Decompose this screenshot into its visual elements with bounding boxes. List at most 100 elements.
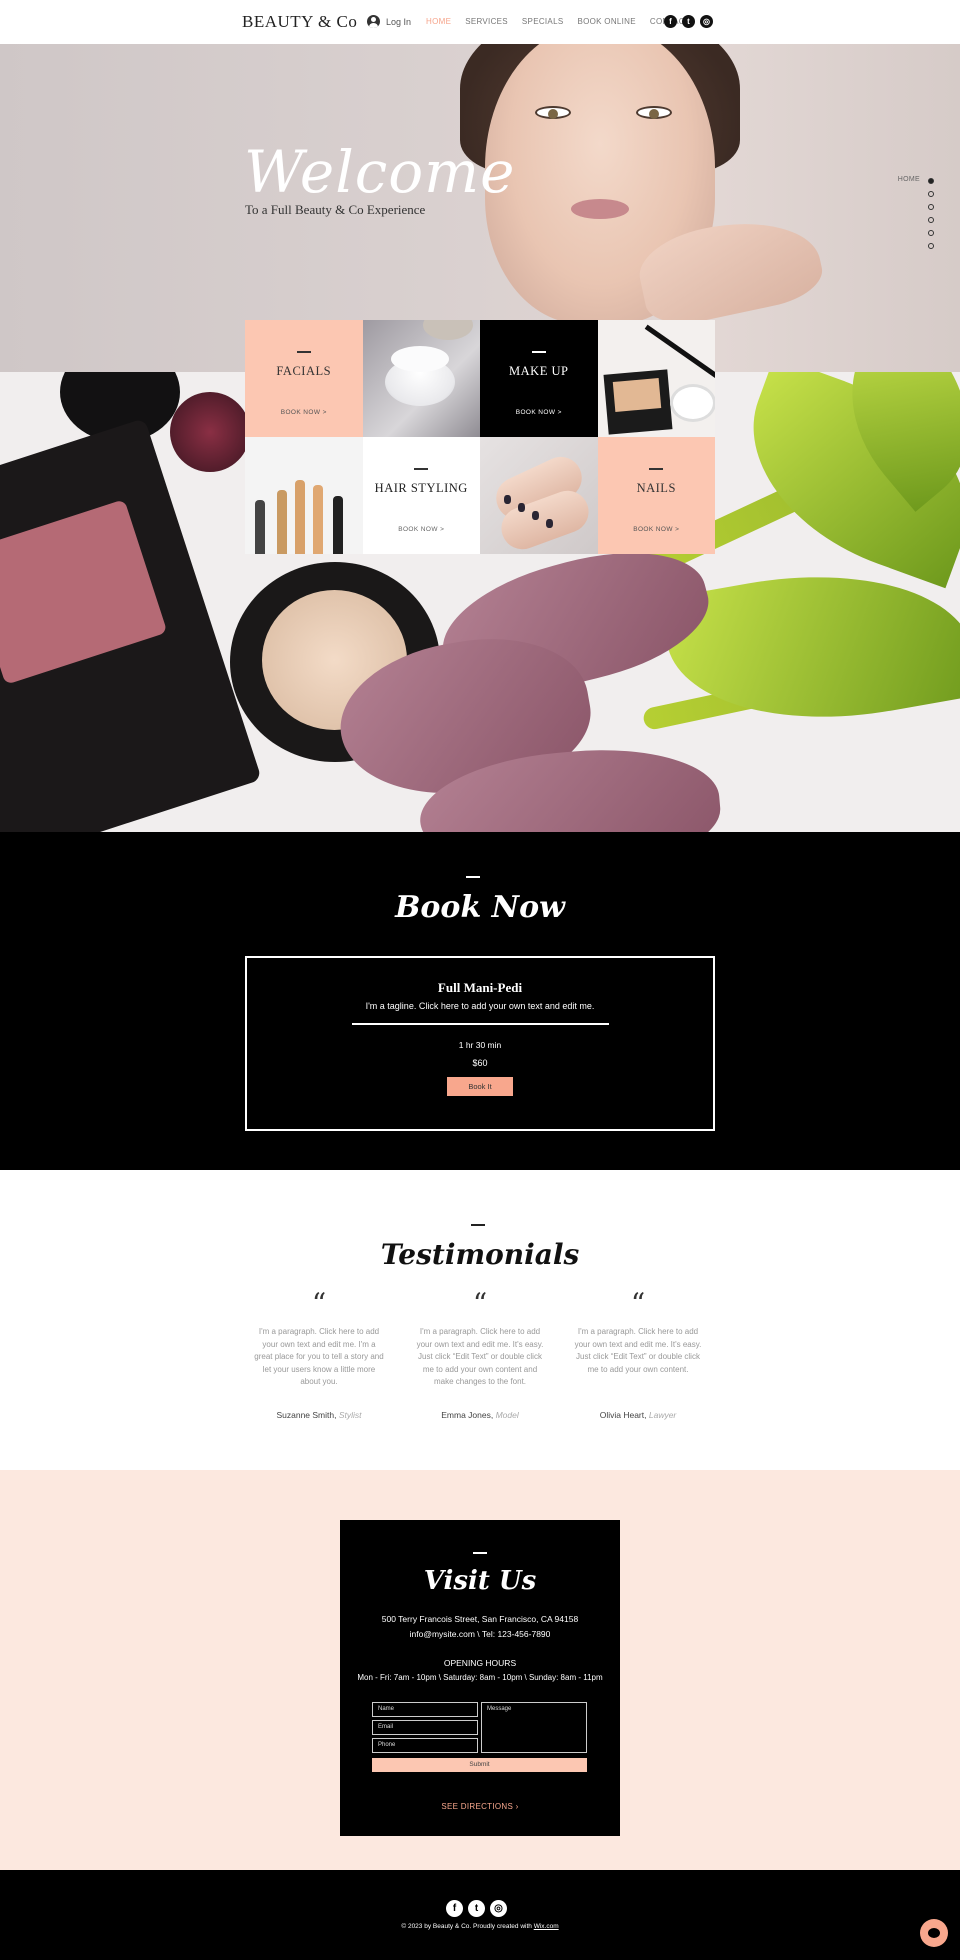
service-card-makeup[interactable]: MAKE UP BOOK NOW > (480, 320, 598, 437)
site-logo[interactable]: BEAUTY & Co (242, 12, 357, 32)
spa-stone (422, 320, 473, 340)
avatar-icon (367, 15, 380, 28)
manicure-hands-image (480, 437, 598, 554)
section-dot-nav: HOME (898, 176, 934, 256)
book-now-link[interactable]: BOOK NOW > (516, 409, 562, 416)
book-now-link[interactable]: BOOK NOW > (398, 526, 444, 533)
service-title: HAIR STYLING (374, 481, 468, 495)
dot-nav-item-5[interactable] (928, 230, 934, 236)
email-field[interactable]: Email (372, 1720, 478, 1735)
nav-specials[interactable]: SPECIALS (522, 17, 564, 26)
service-card-hair-styling[interactable]: HAIR STYLING BOOK NOW > (362, 437, 480, 554)
chevron-right-icon: › (515, 1802, 519, 1811)
dot-nav-item-2[interactable] (928, 191, 934, 197)
footer-social-bar: f t ◎ (446, 1900, 960, 1960)
nail (504, 495, 511, 504)
copyright-label: © 2023 by Beauty & Co. Proudly created w… (401, 1923, 532, 1930)
eyeshadow-pan (612, 378, 661, 412)
hair-tools-image (245, 437, 363, 554)
testimonial-author: Olivia Heart, Lawyer (573, 1410, 703, 1420)
book-now-section: Book Now Full Mani-Pedi I'm a tagline. C… (0, 832, 960, 1170)
login-button[interactable]: Log In (367, 15, 411, 28)
author-role: Model (495, 1410, 519, 1420)
directions-label: SEE DIRECTIONS (441, 1802, 514, 1811)
testimonial-text: I'm a paragraph. Click here to add your … (574, 1327, 702, 1374)
nail (546, 519, 553, 528)
service-tagline: I'm a tagline. Click here to add your ow… (365, 1001, 595, 1011)
lipstick (170, 392, 250, 472)
contact-text: info@mysite.com \ Tel: 123-456-7890 (409, 1629, 551, 1639)
service-name: Full Mani-Pedi (437, 980, 523, 995)
testimonial-author: Suzanne Smith, Stylist (254, 1410, 384, 1420)
divider (473, 1552, 487, 1554)
see-directions-link[interactable]: SEE DIRECTIONS › (340, 1802, 620, 1811)
book-now-link[interactable]: BOOK NOW > (281, 409, 327, 416)
cream-jar-image (362, 320, 480, 437)
author-role: Stylist (338, 1410, 362, 1420)
visit-us-heading: Visit Us (423, 1566, 537, 1596)
dot-nav-item-6[interactable] (928, 243, 934, 249)
divider (471, 1224, 485, 1226)
testimonial-card: “ I'm a paragraph. Click here to add you… (415, 1287, 545, 1421)
twitter-icon[interactable]: t (468, 1900, 485, 1917)
author-name: Olivia Heart, (599, 1410, 647, 1420)
divider (296, 351, 311, 353)
quote-icon: “ (311, 1287, 327, 1320)
scissors (255, 500, 265, 554)
chat-bubble-icon (928, 1928, 940, 1938)
message-field[interactable]: Message (481, 1702, 587, 1753)
nav-services[interactable]: SERVICES (465, 17, 508, 26)
header-social-bar: f t ◎ (664, 15, 713, 28)
divider (351, 1023, 609, 1025)
dot-nav-item-3[interactable] (928, 204, 934, 210)
book-it-button[interactable]: Book It (447, 1077, 513, 1096)
divider (649, 468, 664, 470)
login-label: Log In (386, 16, 412, 27)
address-text: 500 Terry Francois Street, San Francisco… (381, 1614, 579, 1624)
opening-hours-text: Mon - Fri: 7am - 10pm \ Saturday: 8am - … (357, 1673, 603, 1682)
wix-link[interactable]: Wix.com (534, 1923, 559, 1930)
copyright-text: © 2023 by Beauty & Co. Proudly created w… (0, 1923, 960, 1930)
author-name: Suzanne Smith, (276, 1410, 337, 1420)
hero-eye-left (535, 106, 571, 119)
hero-lips (571, 199, 629, 219)
author-role: Lawyer (648, 1410, 677, 1420)
name-field[interactable]: Name (372, 1702, 478, 1717)
service-duration: 1 hr 30 min (458, 1040, 502, 1050)
testimonial-card: “ I'm a paragraph. Click here to add you… (573, 1290, 703, 1421)
dot-nav-item-4[interactable] (928, 217, 934, 223)
divider (414, 468, 429, 470)
quote-icon: “ (472, 1287, 488, 1320)
visit-us-section: Visit Us 500 Terry Francois Street, San … (0, 1470, 960, 1870)
hero-subtitle: To a Full Beauty & Co Experience (245, 202, 426, 217)
divider (466, 876, 480, 878)
hair-brush (277, 490, 287, 554)
cream-jar-lid (390, 346, 449, 372)
twitter-icon[interactable]: t (682, 15, 695, 28)
chat-button[interactable] (920, 1919, 948, 1947)
instagram-icon[interactable]: ◎ (490, 1900, 507, 1917)
visit-us-card: Visit Us 500 Terry Francois Street, San … (340, 1520, 620, 1836)
testimonials-heading: Testimonials (380, 1238, 580, 1271)
service-card-facials[interactable]: FACIALS BOOK NOW > (245, 320, 363, 437)
phone-field[interactable]: Phone (372, 1738, 478, 1753)
testimonial-author: Emma Jones, Model (415, 1410, 545, 1420)
service-card-nails[interactable]: NAILS BOOK NOW > (597, 437, 715, 554)
opening-hours-title: OPENING HOURS (443, 1658, 517, 1668)
book-now-link[interactable]: BOOK NOW > (633, 526, 679, 533)
service-card: Full Mani-Pedi I'm a tagline. Click here… (245, 956, 715, 1131)
facebook-icon[interactable]: f (664, 15, 677, 28)
facebook-icon[interactable]: f (446, 1900, 463, 1917)
hero-eye-right (636, 106, 672, 119)
main-nav: HOME SERVICES SPECIALS BOOK ONLINE CONTA… (426, 17, 690, 26)
submit-button[interactable]: Submit (372, 1758, 587, 1772)
nail (518, 503, 525, 512)
book-now-heading: Book Now (395, 890, 565, 925)
hair-spray (295, 480, 305, 554)
instagram-icon[interactable]: ◎ (700, 15, 713, 28)
nav-book-online[interactable]: BOOK ONLINE (577, 17, 635, 26)
dot-nav-item-1[interactable] (928, 178, 934, 184)
nail (532, 511, 539, 520)
divider (531, 351, 546, 353)
nav-home[interactable]: HOME (426, 17, 451, 26)
